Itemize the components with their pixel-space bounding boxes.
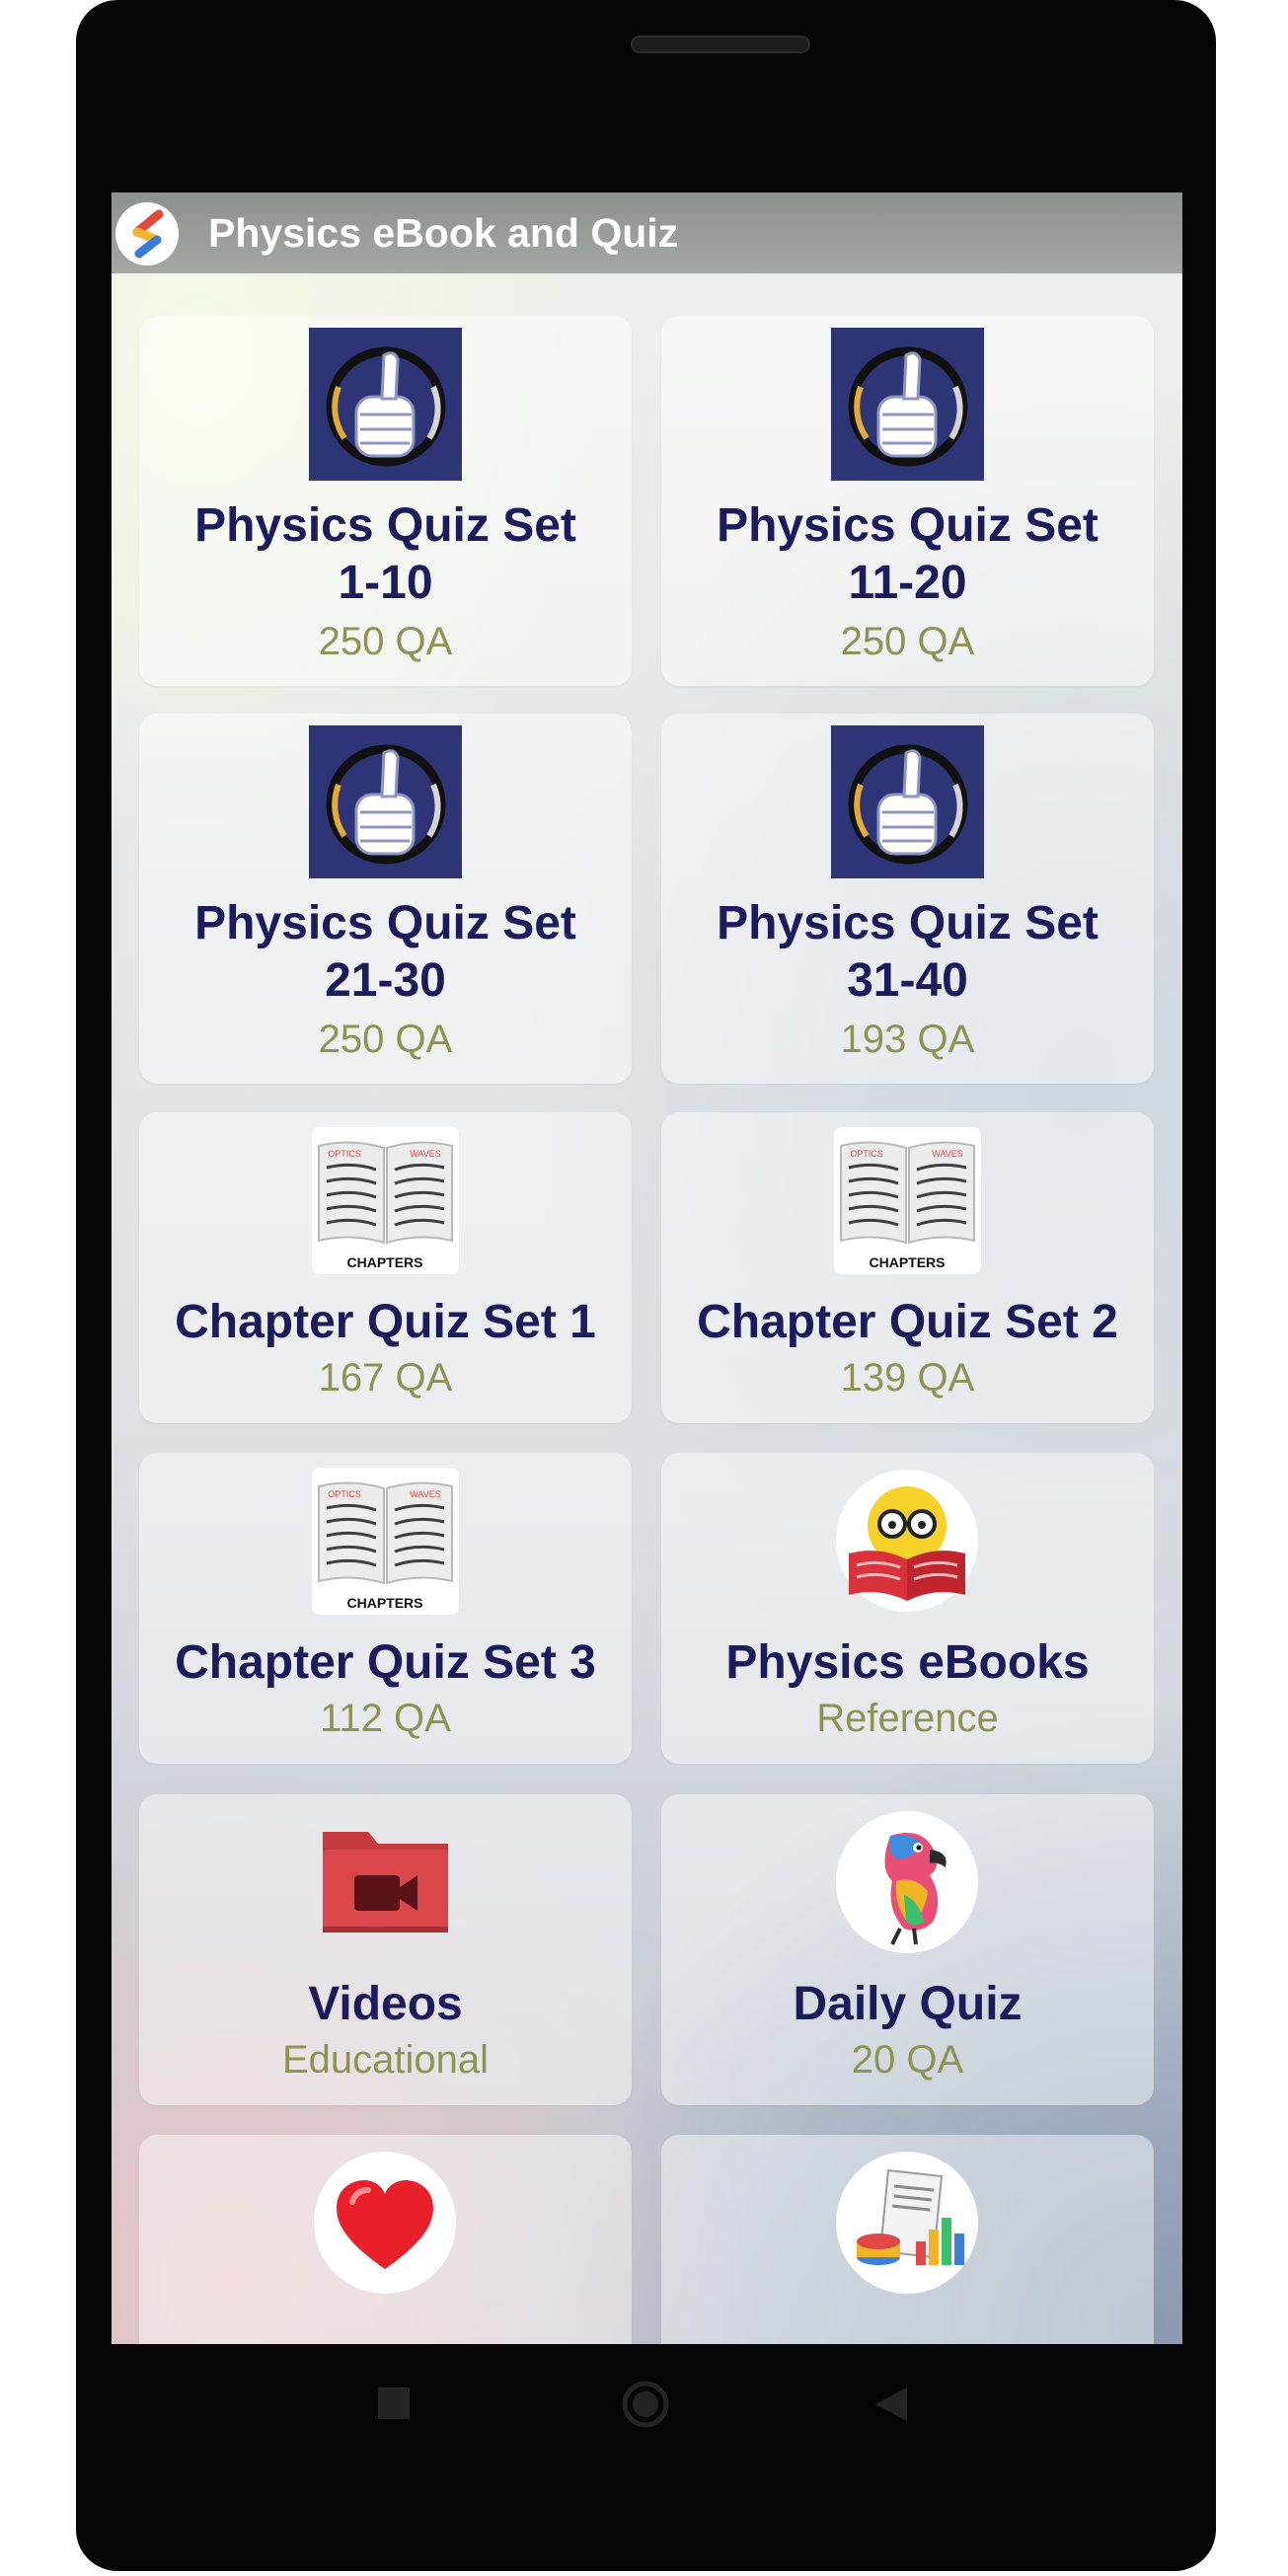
card-report[interactable] xyxy=(661,2135,1154,2344)
heart-icon xyxy=(309,2147,462,2300)
card-title: Physics Quiz Set 21-30 xyxy=(194,897,576,1007)
chapters-book-icon: OPTICS WAVES CHAPTERS xyxy=(309,1124,462,1277)
card-title: Physics Quiz Set 11-20 xyxy=(717,499,1099,609)
card-videos[interactable]: Videos Educational xyxy=(139,1794,632,2105)
chapters-book-icon: OPTICS WAVES CHAPTERS xyxy=(831,1124,984,1277)
square-icon xyxy=(378,2387,410,2419)
card-subtitle: 250 QA xyxy=(318,620,453,663)
svg-text:WAVES: WAVES xyxy=(932,1149,963,1159)
app-bar: Physics eBook and Quiz xyxy=(112,192,1182,273)
reading-emoji-icon xyxy=(831,1465,984,1618)
thumbs-up-icon xyxy=(831,328,984,481)
card-title: Chapter Quiz Set 2 xyxy=(697,1296,1118,1348)
circle-icon xyxy=(622,2381,669,2428)
card-subtitle: 20 QA xyxy=(851,2038,964,2082)
app-title: Physics eBook and Quiz xyxy=(208,210,679,256)
back-button[interactable] xyxy=(873,2386,909,2423)
svg-text:OPTICS: OPTICS xyxy=(328,1149,361,1159)
recents-button[interactable] xyxy=(378,2387,410,2419)
card-subtitle: 112 QA xyxy=(320,1697,451,1740)
thumbs-up-icon xyxy=(309,725,462,878)
card-subtitle: 193 QA xyxy=(840,1018,975,1061)
svg-text:CHAPTERS: CHAPTERS xyxy=(869,1254,945,1270)
card-favorites[interactable] xyxy=(139,2135,632,2344)
system-nav-bar xyxy=(112,2344,1182,2541)
card-title: Physics eBooks xyxy=(725,1636,1090,1689)
card-subtitle: 139 QA xyxy=(840,1356,975,1400)
svg-text:OPTICS: OPTICS xyxy=(328,1489,361,1499)
card-subtitle: Reference xyxy=(816,1697,999,1740)
card-title: Videos xyxy=(308,1978,463,2030)
card-subtitle: 167 QA xyxy=(318,1356,453,1400)
card-physics-quiz-set-31-40[interactable]: Physics Quiz Set 31-40 193 QA xyxy=(661,714,1154,1084)
card-title: Physics Quiz Set 31-40 xyxy=(717,897,1099,1007)
svg-text:CHAPTERS: CHAPTERS xyxy=(346,1595,422,1611)
card-chapter-quiz-set-2[interactable]: OPTICS WAVES CHAPTERS Chapter Quiz Set 2… xyxy=(661,1112,1154,1423)
chapters-book-icon: OPTICS WAVES CHAPTERS xyxy=(309,1465,462,1618)
card-title: Chapter Quiz Set 3 xyxy=(175,1636,596,1689)
home-button[interactable] xyxy=(621,2380,670,2429)
svg-text:WAVES: WAVES xyxy=(410,1149,441,1159)
card-physics-ebooks[interactable]: Physics eBooks Reference xyxy=(661,1453,1154,1764)
triangle-back-icon xyxy=(875,2387,907,2421)
report-chart-icon xyxy=(831,2147,984,2300)
card-chapter-quiz-set-1[interactable]: OPTICS WAVES CHAPTERS Chapter Quiz Set 1… xyxy=(139,1112,632,1423)
card-physics-quiz-set-21-30[interactable]: Physics Quiz Set 21-30 250 QA xyxy=(139,714,632,1084)
thumbs-up-icon xyxy=(831,725,984,878)
svg-text:CHAPTERS: CHAPTERS xyxy=(346,1254,422,1270)
card-physics-quiz-set-1-10[interactable]: Physics Quiz Set 1-10 250 QA xyxy=(139,316,632,686)
card-physics-quiz-set-11-20[interactable]: Physics Quiz Set 11-20 250 QA xyxy=(661,316,1154,686)
svg-text:OPTICS: OPTICS xyxy=(850,1149,883,1159)
app-screen: Physics eBook and Quiz Physics Quiz Set 1… xyxy=(112,192,1182,2344)
card-subtitle: Educational xyxy=(281,2038,490,2082)
card-chapter-quiz-set-3[interactable]: OPTICS WAVES CHAPTERS Chapter Quiz Set 3… xyxy=(139,1453,632,1764)
thumbs-up-icon xyxy=(309,328,462,481)
card-subtitle: 250 QA xyxy=(840,620,975,663)
card-title: Daily Quiz xyxy=(793,1978,1023,2030)
svg-text:WAVES: WAVES xyxy=(410,1489,441,1499)
card-title: Physics Quiz Set 1-10 xyxy=(194,499,576,609)
card-subtitle: 250 QA xyxy=(318,1018,453,1061)
s-logo-icon xyxy=(115,202,179,265)
phone-speaker xyxy=(631,36,810,53)
video-folder-icon xyxy=(309,1806,462,1959)
card-title: Chapter Quiz Set 1 xyxy=(175,1296,596,1348)
card-daily-quiz[interactable]: Daily Quiz 20 QA xyxy=(661,1794,1154,2105)
parrot-icon xyxy=(831,1806,984,1959)
